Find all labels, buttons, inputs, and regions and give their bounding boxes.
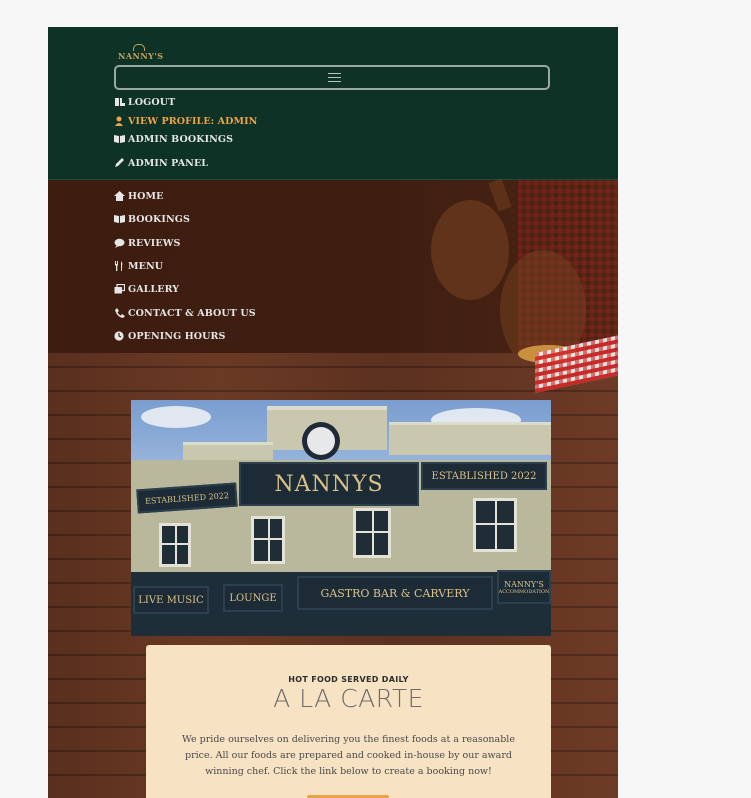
nav-bookings[interactable]: BOOKINGS (114, 211, 190, 227)
photo-sign-nannys-accommodation: NANNY'S ACCOMMODATION (497, 570, 551, 604)
user-icon (114, 116, 125, 126)
nav-contact-about-label: CONTACT & ABOUT US (128, 307, 256, 319)
photo-window (473, 498, 517, 552)
clock-icon (114, 331, 125, 341)
utensils-icon (114, 261, 125, 271)
phone-icon (114, 308, 125, 318)
nav-opening-hours[interactable]: OPENING HOURS (114, 328, 225, 344)
photo-sign-nannys: NANNY'S (504, 579, 544, 589)
logout-icon (114, 97, 125, 107)
card-body: We pride ourselves on delivering you the… (182, 734, 515, 777)
home-icon (114, 191, 125, 201)
photo-window (251, 516, 285, 564)
nav-bookings-label: BOOKINGS (128, 213, 190, 225)
pencil-icon (114, 158, 125, 168)
photo-window (159, 523, 191, 567)
photo-window (353, 508, 391, 558)
nav-reviews-label: REVIEWS (128, 237, 181, 249)
photo-sign-accommodation: ACCOMMODATION (498, 588, 550, 595)
nav-admin-bookings[interactable]: ADMIN BOOKINGS (114, 131, 233, 147)
nav-logout[interactable]: LOGOUT (114, 94, 175, 110)
photo-clock (302, 422, 340, 460)
top-navbar: NANNY'S LOGOUT VIEW PROFILE: ADMIN ADMIN… (48, 27, 618, 180)
comment-icon (114, 238, 125, 248)
photo-sign-live-music: LIVE MUSIC (133, 586, 209, 614)
images-icon (114, 284, 125, 294)
wooden-spoon-decoration (431, 200, 509, 300)
navbar-toggler-button[interactable] (114, 65, 550, 90)
photo-sign-main: NANNYS (239, 462, 419, 506)
nav-opening-hours-label: OPENING HOURS (128, 330, 226, 342)
photo-sign-gastro: GASTRO BAR & CARVERY (297, 576, 493, 610)
logo-roof-graphic (133, 44, 145, 51)
hamburger-icon (328, 73, 341, 83)
nav-home[interactable]: HOME (114, 188, 163, 204)
logo-text: NANNY'S (118, 51, 164, 61)
nav-gallery[interactable]: GALLERY (114, 281, 179, 297)
photo-cloud (141, 406, 211, 428)
photo-parapet-right (389, 422, 551, 455)
book-icon (114, 134, 125, 144)
nav-contact-about[interactable]: CONTACT & ABOUT US (114, 305, 256, 321)
card-kicker: HOT FOOD SERVED DAILY (288, 675, 409, 684)
page-frame: NANNY'S LOGOUT VIEW PROFILE: ADMIN ADMIN… (48, 27, 618, 798)
nav-gallery-label: GALLERY (128, 283, 180, 295)
photo-sign-lounge: LOUNGE (223, 584, 283, 612)
photo-sign-right: ESTABLISHED 2022 (421, 462, 547, 490)
nav-home-label: HOME (128, 190, 164, 202)
hero-banner: HOME BOOKINGS REVIEWS MENU GALLERY CONTA… (48, 178, 618, 370)
nav-reviews[interactable]: REVIEWS (114, 235, 180, 251)
nav-admin-panel[interactable]: ADMIN PANEL (114, 155, 208, 171)
nav-admin-bookings-label: ADMIN BOOKINGS (128, 133, 234, 145)
nav-view-profile[interactable]: VIEW PROFILE: ADMIN (114, 113, 257, 129)
book-icon (114, 214, 125, 224)
nav-menu-label: MENU (128, 260, 164, 272)
nav-logout-label: LOGOUT (128, 96, 176, 108)
spoon-handle-decoration (488, 178, 512, 212)
nav-menu[interactable]: MENU (114, 258, 163, 274)
nav-view-profile-label: VIEW PROFILE: ADMIN (128, 115, 258, 127)
card-title: A LA CARTE (273, 684, 424, 713)
site-logo[interactable]: NANNY'S (118, 44, 164, 64)
restaurant-facade-photo: NANNYS ESTABLISHED 2022 ESTABLISHED 2022… (131, 400, 551, 636)
nav-admin-panel-label: ADMIN PANEL (128, 157, 209, 169)
a-la-carte-card: HOT FOOD SERVED DAILY A LA CARTE We prid… (146, 645, 551, 798)
